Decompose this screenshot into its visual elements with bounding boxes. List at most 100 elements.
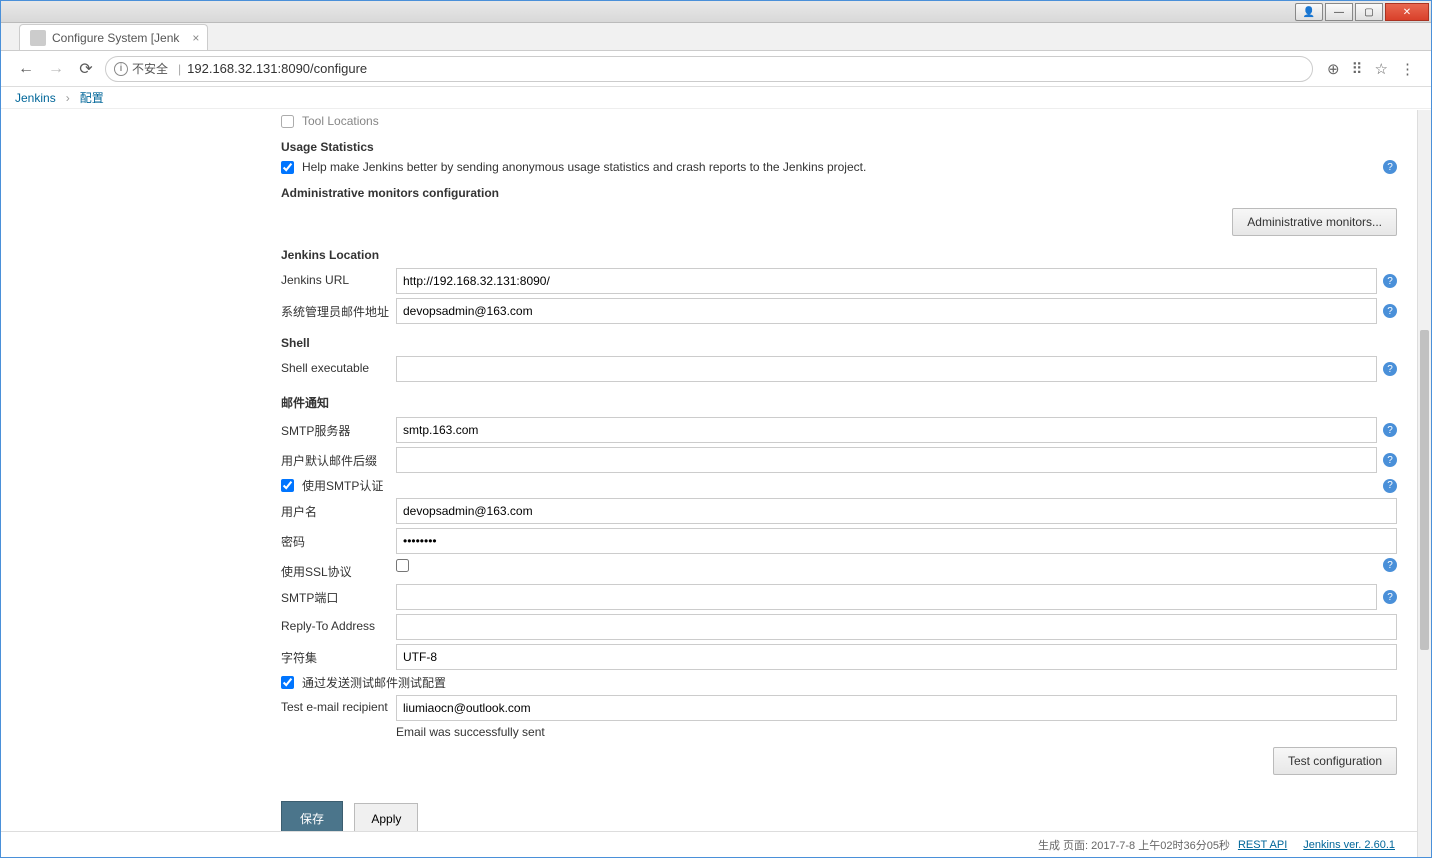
test-recipient-label: Test e-mail recipient [281,695,396,714]
translate-icon[interactable]: ⠿ [1352,60,1363,78]
close-button[interactable]: ✕ [1385,3,1429,21]
reload-icon[interactable]: ⟳ [77,59,95,79]
titlebar-buttons: 👤 — ▢ ✕ [1295,1,1431,21]
password-input[interactable] [396,528,1397,554]
password-label: 密码 [281,528,396,550]
charset-row: 字符集 [281,644,1417,670]
shell-exec-input[interactable] [396,356,1377,382]
reply-to-input[interactable] [396,614,1397,640]
menu-icon[interactable]: ⋮ [1400,60,1415,78]
test-send-row: 通过发送测试邮件测试配置 [281,674,1417,691]
content-area: Tool Locations Usage Statistics Help mak… [1,110,1417,857]
tab-close-icon[interactable]: × [192,31,199,45]
maximize-button[interactable]: ▢ [1355,3,1383,21]
footer-bar: 生成 页面: 2017-7-8 上午02时36分05秒 REST API Jen… [1,831,1417,857]
smtp-port-input[interactable] [396,584,1377,610]
zoom-icon[interactable]: ⊕ [1327,60,1340,78]
shell-exec-label: Shell executable [281,356,396,375]
omnibox-row: ← → ⟳ i 不安全 | 192.168.32.131:8090/config… [1,51,1431,87]
use-smtp-auth-label: 使用SMTP认证 [302,477,1377,494]
smtp-server-label: SMTP服务器 [281,417,396,439]
footer-rest-api[interactable]: REST API [1238,839,1287,851]
back-icon[interactable]: ← [17,60,35,78]
insecure-badge[interactable]: i 不安全 [114,60,168,77]
minimize-button[interactable]: — [1325,3,1353,21]
admin-monitors-btn-row: Administrative monitors... [281,208,1417,236]
smtp-port-label: SMTP端口 [281,584,396,606]
jenkins-location-title: Jenkins Location [281,248,1417,262]
tool-locations-row: Tool Locations [281,114,1417,128]
breadcrumb-current[interactable]: 配置 [80,89,104,106]
admin-email-label: 系统管理员邮件地址 [281,298,396,320]
admin-monitors-button[interactable]: Administrative monitors... [1232,208,1397,236]
url-text: 192.168.32.131:8090/configure [187,61,1304,76]
help-icon[interactable]: ? [1383,423,1397,437]
window-frame: 👤 — ▢ ✕ Configure System [Jenk × ← → ⟳ i… [0,0,1432,858]
use-ssl-checkbox[interactable] [396,559,409,572]
scrollbar[interactable] [1417,110,1431,857]
tab-strip: Configure System [Jenk × [1,23,1431,51]
use-ssl-row: 使用SSL协议 ? [281,558,1417,580]
help-icon[interactable]: ? [1383,274,1397,288]
help-icon[interactable]: ? [1383,453,1397,467]
address-separator: | [178,62,181,76]
smtp-server-input[interactable] [396,417,1377,443]
default-suffix-input[interactable] [396,447,1377,473]
test-configuration-button[interactable]: Test configuration [1273,747,1397,775]
footer-gen-time: 生成 页面: 2017-7-8 上午02时36分05秒 [1038,837,1230,853]
admin-email-row: 系统管理员邮件地址 ? [281,298,1417,324]
info-icon: i [114,62,128,76]
help-icon[interactable]: ? [1383,479,1397,493]
username-row: 用户名 [281,498,1417,524]
forward-icon: → [47,60,65,78]
admin-monitors-title: Administrative monitors configuration [281,186,1417,200]
favicon-icon [30,30,46,46]
reply-to-label: Reply-To Address [281,614,396,633]
address-bar[interactable]: i 不安全 | 192.168.32.131:8090/configure [105,56,1313,82]
help-icon[interactable]: ? [1383,362,1397,376]
user-icon[interactable]: 👤 [1295,3,1323,21]
footer-version[interactable]: Jenkins ver. 2.60.1 [1303,839,1395,851]
usage-stats-checkbox[interactable] [281,161,294,174]
jenkins-url-row: Jenkins URL ? [281,268,1417,294]
sent-ok-msg: Email was successfully sent [396,725,545,739]
help-icon[interactable]: ? [1383,160,1397,174]
tool-locations-label: Tool Locations [302,114,379,128]
username-input[interactable] [396,498,1397,524]
password-row: 密码 [281,528,1417,554]
use-ssl-label: 使用SSL协议 [281,558,396,580]
charset-label: 字符集 [281,644,396,666]
smtp-port-row: SMTP端口 ? [281,584,1417,610]
smtp-server-row: SMTP服务器 ? [281,417,1417,443]
admin-email-input[interactable] [396,298,1377,324]
help-icon[interactable]: ? [1383,590,1397,604]
test-send-checkbox[interactable] [281,676,294,689]
tool-locations-checkbox[interactable] [281,115,294,128]
use-smtp-auth-row: 使用SMTP认证 ? [281,477,1417,494]
charset-input[interactable] [396,644,1397,670]
test-recipient-input[interactable] [396,695,1397,721]
browser-right-icons: ⊕ ⠿ ☆ ⋮ [1321,60,1421,78]
shell-title: Shell [281,336,1417,350]
insecure-label: 不安全 [132,60,168,77]
usage-stats-title: Usage Statistics [281,140,1417,154]
jenkins-url-label: Jenkins URL [281,268,396,287]
jenkins-url-input[interactable] [396,268,1377,294]
os-titlebar: 👤 — ▢ ✕ [1,1,1431,23]
reply-to-row: Reply-To Address [281,614,1417,640]
help-icon[interactable]: ? [1383,558,1397,572]
usage-stats-row: Help make Jenkins better by sending anon… [281,160,1417,174]
help-icon[interactable]: ? [1383,304,1397,318]
test-config-row: Test configuration [281,747,1417,775]
use-smtp-auth-checkbox[interactable] [281,479,294,492]
bookmark-star-icon[interactable]: ☆ [1375,60,1388,78]
breadcrumb: Jenkins › 配置 [1,87,1431,109]
browser-tab[interactable]: Configure System [Jenk × [19,24,208,50]
tab-title: Configure System [Jenk [52,31,179,45]
breadcrumb-root[interactable]: Jenkins [15,91,56,105]
sent-ok-row: Email was successfully sent [281,725,1417,739]
usage-stats-label: Help make Jenkins better by sending anon… [302,160,1377,174]
shell-exec-row: Shell executable ? [281,356,1417,382]
scrollbar-thumb[interactable] [1420,330,1429,650]
mail-title: 邮件通知 [281,394,1417,411]
